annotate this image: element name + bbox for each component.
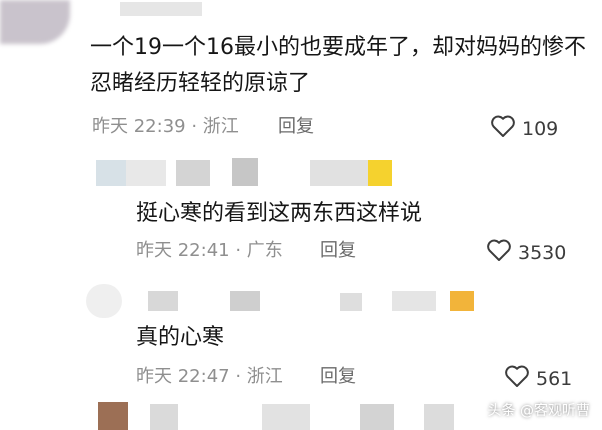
- avatar[interactable]: [86, 284, 122, 318]
- username-blurred[interactable]: [150, 404, 178, 430]
- like-count: 3530: [518, 242, 567, 264]
- like-button[interactable]: 109: [490, 114, 558, 144]
- username-blurred[interactable]: [120, 2, 202, 16]
- like-button[interactable]: 561: [504, 364, 572, 394]
- reply-button[interactable]: 回复: [278, 115, 314, 139]
- heart-outline-icon: [490, 114, 516, 144]
- username-blurred[interactable]: [310, 160, 368, 186]
- heart-outline-icon: [486, 238, 512, 268]
- badge-icon: [368, 160, 392, 186]
- username-blurred[interactable]: [148, 291, 178, 311]
- username-blurred[interactable]: [360, 404, 394, 430]
- comment-meta: 昨天 22:39 · 浙江: [92, 116, 239, 137]
- avatar[interactable]: [0, 0, 70, 44]
- comment-text: 挺心寒的看到这两东西这样说: [136, 201, 423, 226]
- comment-text: 真的心寒: [136, 325, 225, 350]
- comment-text: 一个19一个16最小的也要成年了，却对妈妈的惨不: [90, 35, 586, 60]
- username-blurred[interactable]: [424, 404, 454, 430]
- username-blurred[interactable]: [340, 293, 362, 311]
- reply-button[interactable]: 回复: [320, 239, 356, 263]
- comment-meta: 昨天 22:47 · 浙江: [136, 366, 283, 387]
- avatar[interactable]: [98, 402, 128, 430]
- comment-meta: 昨天 22:41 · 广东: [136, 240, 283, 261]
- username-blurred[interactable]: [126, 160, 166, 186]
- reply-button[interactable]: 回复: [320, 365, 356, 389]
- avatar[interactable]: [96, 160, 126, 186]
- badge-icon: [450, 291, 474, 311]
- username-blurred[interactable]: [232, 158, 258, 186]
- like-count: 109: [522, 118, 559, 140]
- watermark: 头条 @客观听曹: [487, 403, 590, 419]
- like-button[interactable]: 3530: [486, 238, 566, 268]
- heart-outline-icon: [504, 364, 530, 394]
- username-blurred[interactable]: [392, 291, 436, 311]
- username-blurred[interactable]: [176, 160, 210, 186]
- username-blurred[interactable]: [230, 291, 260, 311]
- like-count: 561: [536, 368, 573, 390]
- comment-text-continued: 忍睹经历轻轻的原谅了: [90, 71, 311, 96]
- username-blurred[interactable]: [262, 404, 310, 430]
